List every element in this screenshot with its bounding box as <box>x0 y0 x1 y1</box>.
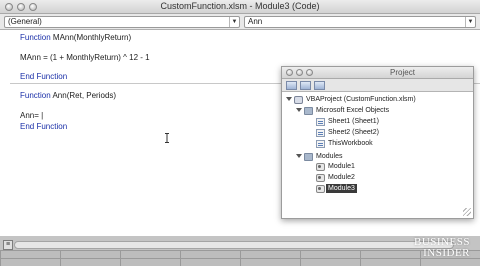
tree-item-sheet2[interactable]: Sheet2 (Sheet2) <box>328 128 379 137</box>
folder-icon <box>304 107 313 115</box>
disclosure-open-icon[interactable] <box>296 154 302 158</box>
workbook-icon <box>316 140 325 148</box>
project-window-title: Project <box>390 68 415 77</box>
tree-item-module1[interactable]: Module1 <box>328 162 355 171</box>
chevron-down-icon: ▼ <box>465 17 475 27</box>
toggle-folders-icon[interactable] <box>314 81 325 90</box>
tree-item-module3[interactable]: Module3 <box>326 184 357 193</box>
spreadsheet-grid <box>0 250 480 266</box>
project-title-bar: Project <box>282 67 473 79</box>
code-line-1: Function MAnn(MonthlyReturn) <box>20 33 131 42</box>
chevron-down-icon: ▼ <box>229 17 239 27</box>
tree-item-sheet1[interactable]: Sheet1 (Sheet1) <box>328 117 379 126</box>
window-title: CustomFunction.xlsm - Module3 (Code) <box>160 1 320 11</box>
function-signature: Ann(Ret, Periods) <box>50 91 117 100</box>
view-code-icon[interactable] <box>286 81 297 90</box>
object-dropdown-value: (General) <box>8 17 42 26</box>
split-view-icon[interactable]: ≡ <box>3 240 13 250</box>
disclosure-open-icon[interactable] <box>296 108 302 112</box>
vba-editor-window: CustomFunction.xlsm - Module3 (Code) (Ge… <box>0 0 480 266</box>
module-icon <box>316 185 325 193</box>
close-button[interactable] <box>286 69 293 76</box>
code-line-6: End Function <box>20 122 68 131</box>
code-line-3: End Function <box>20 72 68 81</box>
resize-grip-icon[interactable] <box>463 208 471 216</box>
tree-modules-folder[interactable]: Modules <box>316 152 342 161</box>
procedure-dropdown-value: Ann <box>248 17 263 26</box>
tree-project-root[interactable]: VBAProject (CustomFunction.xlsm) <box>306 95 416 104</box>
code-line-2: MAnn = (1 + MonthlyReturn) ^ 12 - 1 <box>20 53 150 62</box>
module-icon <box>316 174 325 182</box>
title-bar: CustomFunction.xlsm - Module3 (Code) <box>0 0 480 14</box>
ibeam-cursor-icon <box>165 133 169 143</box>
vba-project-icon <box>294 96 303 104</box>
minimize-button[interactable] <box>296 69 303 76</box>
project-toolbar <box>282 79 473 92</box>
horizontal-scrollbar[interactable] <box>14 241 454 249</box>
procedure-dropdown[interactable]: Ann ▼ <box>244 16 476 28</box>
code-toolbar: (General) ▼ Ann ▼ <box>0 14 480 30</box>
keyword: Function <box>20 91 51 100</box>
code-line-5: Ann= | <box>20 111 44 120</box>
zoom-button[interactable] <box>306 69 313 76</box>
worksheet-icon <box>316 129 325 137</box>
worksheet-icon <box>316 118 325 126</box>
view-object-icon[interactable] <box>300 81 311 90</box>
disclosure-open-icon[interactable] <box>286 97 292 101</box>
keyword: Function <box>20 33 51 42</box>
object-dropdown[interactable]: (General) ▼ <box>4 16 240 28</box>
folder-icon <box>304 153 313 161</box>
tree-excel-objects-folder[interactable]: Microsoft Excel Objects <box>316 106 389 115</box>
code-line-4: Function Ann(Ret, Periods) <box>20 91 116 100</box>
watermark-line-2: INSIDER <box>423 247 470 259</box>
project-window: Project VBAProject (CustomFunction.xlsm)… <box>281 66 474 219</box>
function-signature: MAnn(MonthlyReturn) <box>50 33 132 42</box>
tree-item-thisworkbook[interactable]: ThisWorkbook <box>328 139 373 148</box>
watermark-logo: BUSINESS INSIDER <box>414 237 470 259</box>
tree-item-module2[interactable]: Module2 <box>328 173 355 182</box>
module-icon <box>316 163 325 171</box>
